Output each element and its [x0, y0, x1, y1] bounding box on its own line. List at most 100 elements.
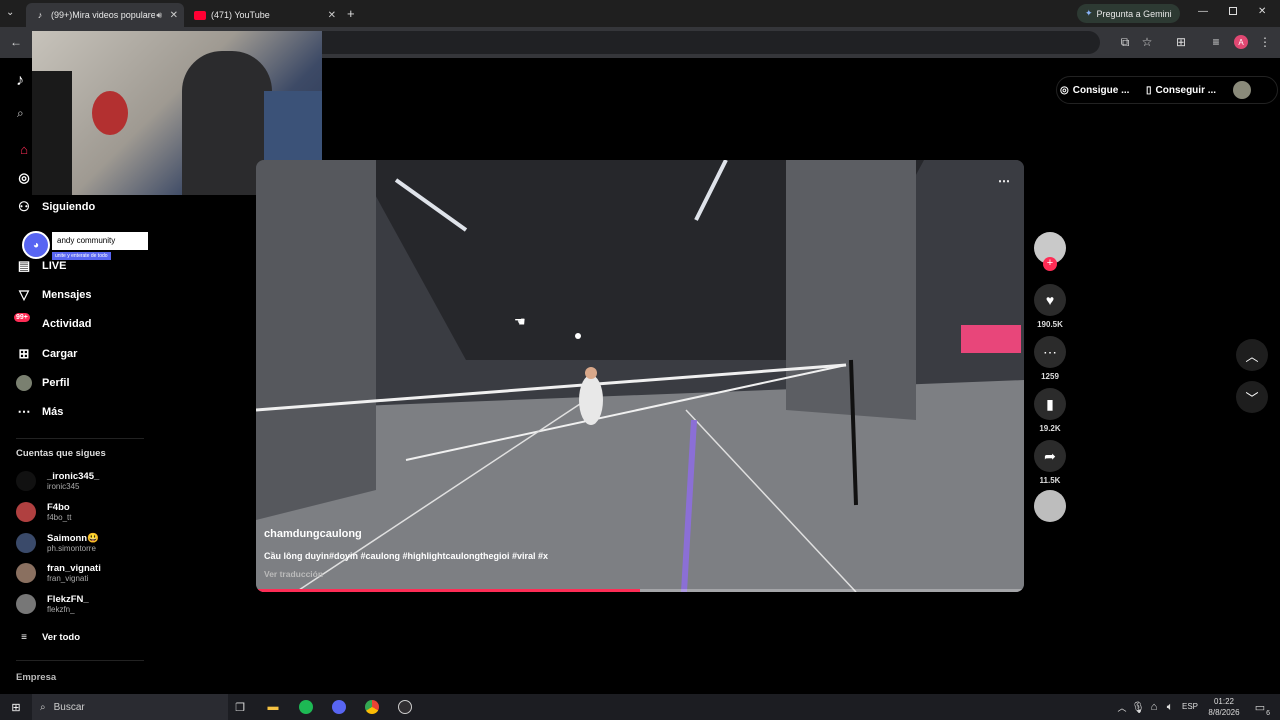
- speaker-icon[interactable]: 🔊︎: [156, 10, 162, 21]
- spotify-icon[interactable]: [298, 699, 314, 715]
- more-icon: ⋯: [17, 404, 31, 419]
- sidebar-divider: [16, 660, 144, 661]
- notification-center-icon[interactable]: ▭ 6: [1252, 699, 1270, 718]
- account-name: Saimonn😃: [47, 533, 99, 544]
- heart-icon[interactable]: ♥: [1034, 284, 1066, 316]
- gemini-button[interactable]: ✦ Pregunta a Gemini: [1077, 4, 1180, 23]
- windows-start-icon[interactable]: ⊞: [8, 699, 24, 715]
- followed-account[interactable]: FlekzFN_ flekzfn_: [16, 594, 89, 614]
- back-icon[interactable]: ←: [9, 35, 23, 49]
- tab-tiktok[interactable]: ♪ (99+)Mira videos populares 🔊︎ ✕: [26, 3, 184, 27]
- sidebar-item-following[interactable]: ⚇ Siguiendo: [16, 199, 95, 215]
- more-options-icon[interactable]: ⋯: [998, 174, 1010, 188]
- video-caption: Cầu lông duyin#doyin #caulong #highlight…: [264, 551, 549, 561]
- sidebar-item-upload[interactable]: ⊞ Cargar: [16, 346, 78, 362]
- task-view-icon[interactable]: ❐: [232, 699, 248, 715]
- compass-icon: ◎: [18, 170, 30, 185]
- volume-icon[interactable]: 🔈︎: [1162, 699, 1178, 715]
- taskbar-search-label: Buscar: [53, 701, 85, 713]
- list-icon: ≡: [21, 631, 27, 643]
- followed-account[interactable]: Saimonn😃 ph.simontorre: [16, 533, 99, 553]
- user-avatar[interactable]: [1233, 81, 1251, 99]
- chrome-icon[interactable]: [364, 699, 380, 715]
- avatar: [16, 594, 36, 614]
- bookmark-star-icon[interactable]: ☆: [1140, 35, 1154, 49]
- media-icon[interactable]: ≡: [1209, 35, 1223, 49]
- chevron-up-icon: ︿: [1245, 348, 1259, 364]
- address-bar[interactable]: /: [300, 31, 1100, 54]
- taskbar-search[interactable]: ⌕ Buscar: [32, 694, 228, 720]
- music-disc-icon: [1034, 490, 1066, 522]
- save-action[interactable]: ▮ 19.2K: [1034, 388, 1066, 433]
- notification-badge: 99+: [14, 313, 30, 322]
- followed-account[interactable]: _ironic345_ ironic345: [16, 471, 99, 491]
- followed-account[interactable]: fran_vignati fran_vignati: [16, 563, 101, 583]
- sidebar-item-label: Siguiendo: [42, 201, 96, 213]
- plus-box-icon: ⊞: [18, 346, 30, 361]
- comment-icon[interactable]: ⋯: [1034, 336, 1066, 368]
- sidebar-divider: [16, 438, 144, 439]
- share-icon[interactable]: ➦: [1034, 440, 1066, 472]
- video-author[interactable]: chamdungcaulong: [264, 528, 362, 540]
- file-explorer-icon[interactable]: ▬: [265, 699, 281, 715]
- restore-icon[interactable]: [1229, 7, 1237, 15]
- tray-chevron-icon[interactable]: ︿: [1114, 699, 1130, 715]
- person-icon: ⚇: [18, 199, 30, 214]
- translate-link[interactable]: Ver traducción: [264, 569, 323, 579]
- previous-video-button[interactable]: ︿: [1236, 339, 1268, 371]
- search-icon[interactable]: ⌕: [17, 106, 24, 121]
- browser-menu-icon[interactable]: ⋮: [1258, 35, 1272, 49]
- sidebar-item-messages[interactable]: ▽ Mensajes: [16, 287, 92, 303]
- language-indicator[interactable]: ESP: [1182, 702, 1198, 711]
- close-window-icon[interactable]: ✕: [1258, 6, 1266, 17]
- sidebar-item-label: LIVE: [42, 260, 67, 272]
- close-tab-icon[interactable]: ✕: [328, 10, 336, 21]
- tab-menu-icon[interactable]: ⌄: [6, 7, 14, 18]
- new-tab-icon[interactable]: +: [347, 6, 355, 21]
- avatar: [16, 563, 36, 583]
- sidebar-item-label: Perfil: [42, 377, 70, 389]
- account-name: F4bo: [47, 502, 70, 513]
- see-all-label: Ver todo: [42, 631, 81, 643]
- account-name: _ironic345_: [47, 471, 100, 482]
- see-all-link[interactable]: ≡ Ver todo: [16, 629, 80, 645]
- share-action[interactable]: ➦ 11.5K: [1034, 440, 1066, 485]
- profile-avatar[interactable]: A: [1234, 35, 1248, 49]
- next-video-button[interactable]: ﹀: [1236, 381, 1268, 413]
- chevron-down-icon: ﹀: [1245, 390, 1259, 406]
- minimize-icon[interactable]: —: [1198, 6, 1208, 17]
- tiktok-logo-icon[interactable]: ♪: [16, 72, 24, 90]
- footer-company-link[interactable]: Empresa: [16, 672, 56, 683]
- clock[interactable]: 01:22 8/8/2026: [1204, 696, 1244, 718]
- following-section-title: Cuentas que sigues: [16, 448, 106, 459]
- bookmark-icon[interactable]: ▮: [1034, 388, 1066, 420]
- tiktok-icon: ♪: [37, 10, 43, 20]
- video-player[interactable]: ⋯ chamdungcaulong Cầu lông duyin#doyin #…: [256, 160, 1024, 592]
- comment-action[interactable]: ⋯ 1259: [1034, 336, 1066, 381]
- microphone-icon[interactable]: 🎙︎: [1130, 699, 1146, 715]
- network-icon[interactable]: ⌂: [1146, 699, 1162, 715]
- close-tab-icon[interactable]: ✕: [170, 10, 178, 21]
- sidebar-item-profile[interactable]: Perfil: [16, 375, 70, 391]
- discord-taskbar-icon[interactable]: [331, 699, 347, 715]
- bell-icon: 99+: [14, 313, 32, 332]
- sidebar-item-live[interactable]: ▤ LIVE: [16, 258, 67, 274]
- followed-account[interactable]: F4bo f4bo_tt: [16, 502, 71, 522]
- obs-icon[interactable]: [397, 699, 413, 715]
- gemini-icon: ✦: [1085, 8, 1093, 18]
- install-icon[interactable]: ⧉: [1118, 35, 1132, 50]
- avatar: [16, 533, 36, 553]
- tab-title: (99+)Mira videos populares: [51, 10, 155, 20]
- avatar: [16, 471, 36, 491]
- follow-plus-icon[interactable]: +: [1043, 257, 1057, 271]
- sound-disc[interactable]: [1034, 490, 1066, 522]
- taskbar: ⊞ ⌕ Buscar ❐ ▬ ︿ 🎙︎ ⌂ 🔈︎ ESP 01:22 8/8/2…: [0, 694, 1280, 720]
- progress-track[interactable]: [256, 589, 1024, 592]
- creator-avatar-group[interactable]: +: [1034, 232, 1066, 271]
- like-action[interactable]: ♥ 190.5K: [1034, 284, 1066, 329]
- tab-youtube[interactable]: (471) YouTube ✕: [186, 3, 342, 27]
- extensions-icon[interactable]: ⊞: [1174, 35, 1188, 49]
- sidebar-item-more[interactable]: ⋯ Más: [16, 404, 64, 420]
- sidebar-item-activity[interactable]: 99+ Actividad: [14, 313, 92, 332]
- webcam-monitor: [32, 71, 72, 195]
